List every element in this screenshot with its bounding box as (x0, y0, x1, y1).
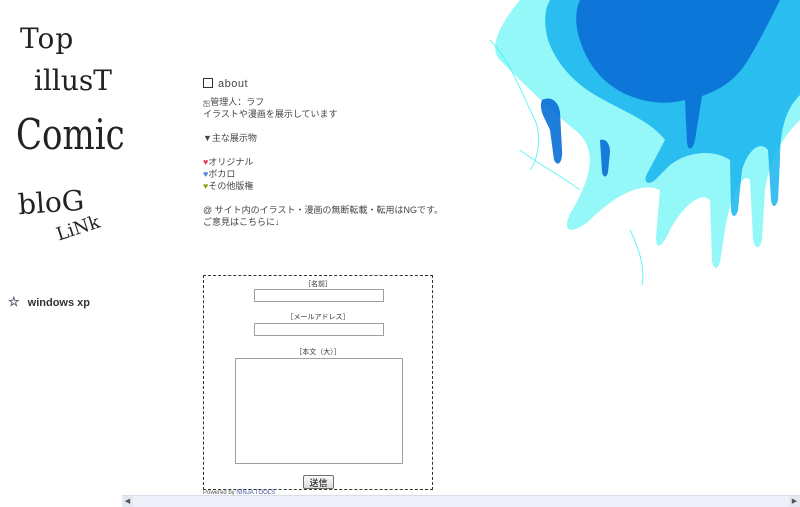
nav-illust-label: illusT (34, 64, 112, 97)
description: イラストや漫画を展示しています (203, 109, 338, 119)
windows-xp-badge: ☆ windows xp (8, 294, 90, 310)
email-input[interactable] (254, 323, 384, 336)
contact-form: ［名前］ ［メールアドレス］ ［本文（大）］ 送信 (203, 275, 433, 490)
name-label: ［名前］ (304, 281, 332, 288)
list-item-other: ♥その他版権 (203, 180, 463, 192)
square-icon (203, 78, 213, 88)
paint-splash-decoration (489, 0, 800, 286)
star-icon: ☆ (8, 294, 20, 309)
admin-text: 管理人：ラフ (210, 97, 265, 107)
nav-comic-link[interactable]: Comic (16, 110, 125, 160)
swirl-icon: @ (203, 205, 213, 215)
about-title: about (218, 78, 249, 90)
about-section: about ஐ管理人：ラフ イラストや漫画を展示しています ▼主な展示物 ♥オリ… (203, 78, 463, 228)
body-label: ［本文（大）］ (295, 349, 341, 356)
email-label: ［メールアドレス］ (286, 314, 350, 321)
notice-text: サイト内のイラスト・漫画の無断転載・転用はNGです。 (214, 205, 444, 215)
scroll-right-icon[interactable]: ▶ (789, 496, 800, 507)
submit-button[interactable]: 送信 (303, 475, 334, 489)
admin-line: ஐ管理人：ラフ (203, 96, 463, 108)
main-heading: ▼主な展示物 (203, 133, 257, 143)
about-heading: about (203, 78, 463, 90)
nav-blog-link[interactable]: bloG (17, 184, 85, 222)
item-label: その他版権 (208, 181, 254, 191)
contact-line: ご意見はこちらに↓ (203, 217, 280, 227)
item-label: オリジナル (208, 157, 254, 167)
list-item-vocaloid: ♥ボカロ (203, 168, 463, 180)
nav-blog-label: bloG (16, 183, 86, 222)
name-input[interactable] (254, 289, 384, 302)
horizontal-scrollbar[interactable]: ◀ ▶ (122, 495, 800, 507)
nav-comic-label: Comic (16, 110, 125, 160)
item-label: ボカロ (208, 169, 236, 179)
scroll-left-icon[interactable]: ◀ (122, 496, 133, 507)
list-item-original: ♥オリジナル (203, 156, 463, 168)
notice-line: @ サイト内のイラスト・漫画の無断転載・転用はNGです。 (203, 204, 463, 216)
windows-xp-label: windows xp (27, 297, 90, 309)
nav-top-label: Top (20, 22, 75, 55)
nav-illust-link[interactable]: illusT (34, 64, 112, 97)
body-textarea[interactable] (235, 358, 403, 464)
nav-top-link[interactable]: Top (20, 22, 74, 55)
